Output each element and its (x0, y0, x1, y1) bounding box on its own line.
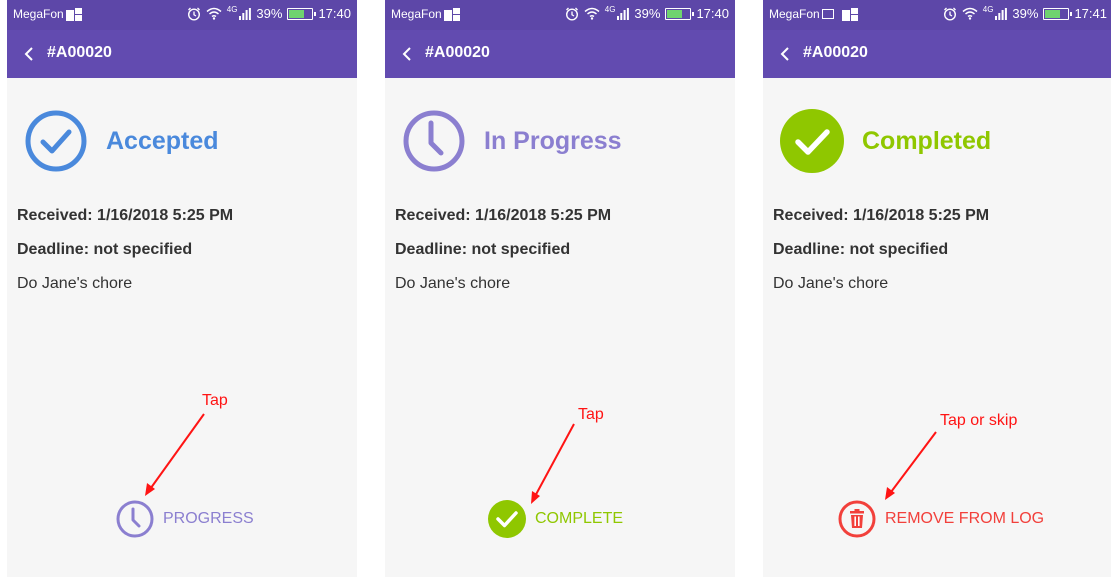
app-notification-icon (842, 8, 858, 21)
signal-icon (995, 7, 1008, 20)
progress-button[interactable]: PROGRESS (115, 499, 254, 539)
task-description: Do Jane's chore (773, 275, 889, 292)
status-bar: MegaFon 4G 39% 17:40 (7, 0, 357, 30)
received-date: Received: 1/16/2018 5:25 PM (395, 207, 612, 224)
network-type: 4G (226, 5, 238, 14)
progress-button-label: PROGRESS (163, 510, 254, 527)
status-label: Completed (862, 126, 992, 155)
status-label: Accepted (106, 126, 219, 155)
network-type: 4G (982, 5, 994, 14)
back-arrow-icon[interactable] (397, 44, 417, 64)
task-description: Do Jane's chore (17, 275, 133, 292)
trash-icon (838, 500, 876, 538)
clock-icon (403, 110, 465, 172)
complete-button[interactable]: COMPLETE (487, 499, 623, 539)
task-description: Do Jane's chore (395, 275, 511, 292)
wifi-icon (584, 7, 600, 20)
carrier-name: MegaFon (13, 7, 64, 21)
annotation-tap: Tap (578, 406, 604, 423)
clock-time: 17:40 (318, 6, 351, 21)
app-bar: #A00020 (7, 30, 357, 78)
screen-in-progress: MegaFon 4G 39% 17:40 #A00020 In Progress… (385, 0, 735, 577)
carrier-name: MegaFon (769, 7, 820, 21)
deadline: Deadline: not specified (773, 241, 949, 258)
received-date: Received: 1/16/2018 5:25 PM (17, 207, 234, 224)
app-notification-icon (66, 8, 82, 21)
task-id-title: #A00020 (47, 44, 112, 61)
status-header: In Progress (401, 108, 622, 174)
image-notification-icon (822, 9, 834, 19)
carrier-name: MegaFon (391, 7, 442, 21)
clock-icon (116, 500, 154, 538)
complete-button-label: COMPLETE (535, 510, 624, 527)
screen-accepted: MegaFon 4G 39% 17:40 #A00020 Accepted Re… (7, 0, 357, 577)
signal-icon (239, 7, 252, 20)
task-id-title: #A00020 (425, 44, 490, 61)
back-arrow-icon[interactable] (775, 44, 795, 64)
status-header: Accepted (23, 108, 219, 174)
app-notification-icon (444, 8, 460, 21)
battery-icon (665, 7, 695, 20)
status-bar: MegaFon 4G 39% 17:41 (763, 0, 1111, 30)
check-circle-filled-icon (780, 109, 844, 173)
deadline: Deadline: not specified (395, 241, 571, 258)
task-id-title: #A00020 (803, 44, 868, 61)
alarm-icon (943, 7, 956, 21)
alarm-icon (187, 7, 200, 21)
app-bar: #A00020 (385, 30, 735, 78)
status-header: Completed (779, 108, 991, 174)
wifi-icon (206, 7, 222, 20)
battery-icon (1043, 7, 1073, 20)
battery-percent: 39% (634, 6, 661, 21)
clock-time: 17:41 (1074, 6, 1107, 21)
remove-from-log-label: REMOVE FROM LOG (885, 510, 1045, 527)
battery-percent: 39% (256, 6, 283, 21)
screen-completed: MegaFon 4G 39% 17:41 #A00020 Completed R… (763, 0, 1111, 577)
battery-percent: 39% (1012, 6, 1039, 21)
status-bar: MegaFon 4G 39% 17:40 (385, 0, 735, 30)
check-circle-outline-icon (25, 110, 87, 172)
battery-icon (287, 7, 317, 20)
wifi-icon (962, 7, 978, 20)
check-circle-filled-icon (488, 500, 526, 538)
alarm-icon (565, 7, 578, 21)
app-bar: #A00020 (763, 30, 1111, 78)
deadline: Deadline: not specified (17, 241, 193, 258)
annotation-tap: Tap (202, 392, 228, 409)
annotation-tap-or-skip: Tap or skip (940, 412, 1018, 429)
signal-icon (617, 7, 630, 20)
clock-time: 17:40 (696, 6, 729, 21)
status-label: In Progress (484, 126, 622, 155)
network-type: 4G (604, 5, 616, 14)
received-date: Received: 1/16/2018 5:25 PM (773, 207, 990, 224)
back-arrow-icon[interactable] (19, 44, 39, 64)
remove-from-log-button[interactable]: REMOVE FROM LOG (837, 499, 1044, 539)
